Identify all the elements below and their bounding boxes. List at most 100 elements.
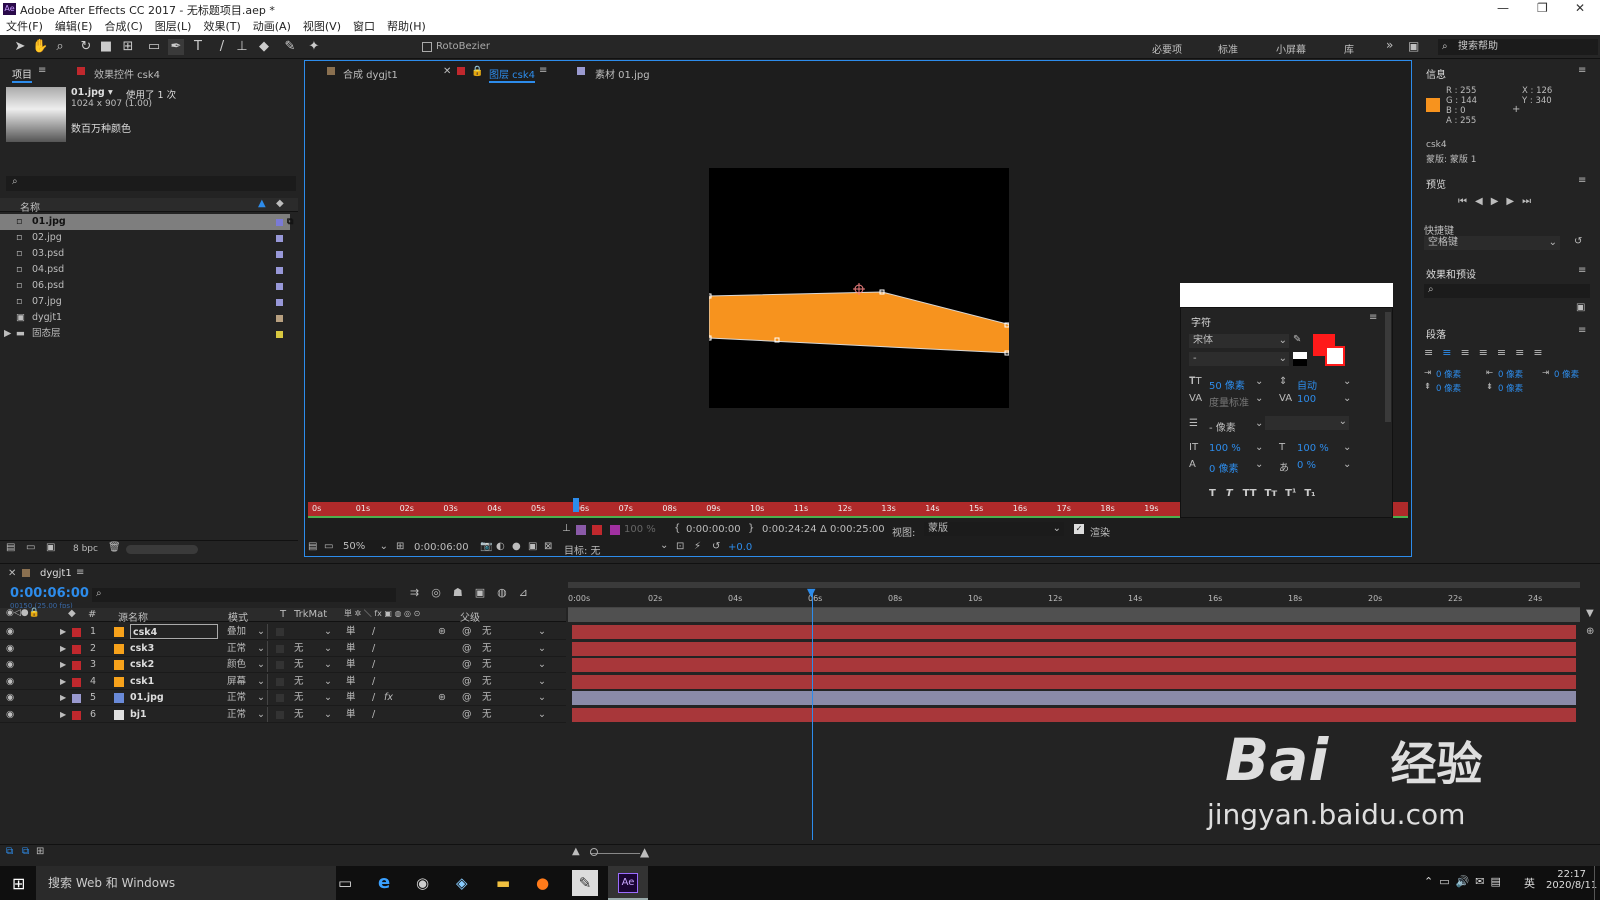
label-swatch[interactable] bbox=[276, 251, 283, 258]
layer-playhead[interactable] bbox=[573, 498, 579, 512]
after-effects-taskbar-button[interactable]: Ae bbox=[608, 866, 648, 900]
expand-arrow-icon[interactable]: ▶ bbox=[4, 326, 11, 342]
new-folder-icon[interactable]: ▭ bbox=[26, 542, 35, 553]
tray-icons[interactable]: ⌃▭🔊✉▤ bbox=[1424, 875, 1507, 888]
panel-menu-icon[interactable]: ≡ bbox=[1578, 265, 1586, 276]
layer-label-swatch[interactable] bbox=[72, 628, 81, 637]
preserve-transparency-checkbox[interactable] bbox=[276, 628, 284, 636]
channel-icon[interactable]: ● bbox=[512, 541, 521, 552]
expand-arrow-icon[interactable]: ▶ bbox=[60, 641, 66, 657]
layer-duration-bar[interactable] bbox=[572, 625, 1576, 639]
chevron-down-icon[interactable]: ⌄ bbox=[1343, 459, 1351, 470]
panel-menu-icon[interactable]: ≡ bbox=[38, 65, 46, 76]
project-item[interactable]: ▣ dygjt1 bbox=[0, 310, 290, 326]
chevron-down-icon[interactable]: ⌄ bbox=[1255, 418, 1263, 429]
tab-composition[interactable]: 合成 dygjt1 bbox=[343, 66, 398, 81]
timeline-tab[interactable]: dygjt1 bbox=[40, 568, 72, 579]
layer-label-swatch[interactable] bbox=[72, 677, 81, 687]
tab-layer[interactable]: 图层 csk4 bbox=[489, 66, 536, 83]
trkmat-dropdown[interactable]: 无 ⌄ bbox=[290, 674, 334, 689]
in-point-icon[interactable]: { bbox=[674, 523, 680, 534]
menu-effect[interactable]: 效果(T) bbox=[203, 20, 240, 33]
eyedropper-icon[interactable]: ✎ bbox=[1293, 334, 1301, 345]
motion-blur-icon[interactable]: ◍ bbox=[497, 586, 519, 599]
tab-project[interactable]: 项目 bbox=[12, 66, 32, 83]
panel-menu-icon[interactable]: ≡ bbox=[76, 567, 84, 578]
layer-row[interactable]: ◉ ▶ 1 csk4 叠加 ⌄ ⌄ 単 / ⊛ @ 无 ⌄ bbox=[0, 624, 566, 640]
layer-duration-bar[interactable] bbox=[572, 691, 1576, 706]
character-scrollbar[interactable] bbox=[1385, 312, 1391, 422]
timeline-ruler[interactable]: 0:00s 02s 04s 06s 08s 10s 12s 14s 16s 18s 20s 22s 24… bbox=[568, 592, 1580, 608]
snapshot-icon[interactable]: 📷 bbox=[480, 541, 492, 552]
preserve-transparency-checkbox[interactable] bbox=[276, 711, 284, 719]
black-white-swatch[interactable] bbox=[1293, 352, 1307, 366]
reset-exposure-icon[interactable]: ↺ bbox=[712, 541, 720, 552]
parent-dropdown[interactable]: 无 ⌄ bbox=[478, 690, 548, 705]
indent-right-value[interactable]: 0 像素 bbox=[1498, 368, 1523, 380]
chevron-down-icon[interactable]: ⌄ bbox=[1255, 393, 1263, 404]
draft-3d-icon[interactable]: ◎ bbox=[431, 586, 453, 599]
eraser-tool-icon[interactable]: ◆ bbox=[256, 39, 272, 55]
maximize-icon[interactable]: ❐ bbox=[1537, 1, 1548, 15]
font-family-dropdown[interactable]: 宋体 ⌄ bbox=[1189, 334, 1289, 348]
horizontal-scale-value[interactable]: 100 % bbox=[1297, 443, 1329, 454]
av-features-icon[interactable]: ◉◁●🔒 bbox=[6, 608, 40, 618]
camera-tool-icon[interactable]: ■ bbox=[98, 39, 114, 55]
chevron-down-icon[interactable]: ⌄ bbox=[1343, 376, 1351, 387]
label-swatch[interactable] bbox=[276, 235, 283, 242]
expand-arrow-icon[interactable]: ▶ bbox=[60, 707, 66, 723]
layer-name[interactable]: csk4 bbox=[130, 624, 218, 639]
last-frame-icon[interactable]: ⏭ bbox=[1522, 196, 1539, 207]
chevron-down-icon[interactable]: ⌄ bbox=[1255, 442, 1263, 453]
edge-icon[interactable]: e bbox=[378, 872, 390, 893]
shy-switch-icon[interactable]: 単 bbox=[346, 707, 356, 723]
expand-arrow-icon[interactable]: ▶ bbox=[60, 690, 66, 706]
show-snapshot-icon[interactable]: ◐ bbox=[496, 541, 505, 552]
panel-menu-icon[interactable]: ≡ bbox=[1578, 325, 1586, 336]
eye-icon[interactable]: ◉ bbox=[6, 674, 14, 690]
shy-switch-icon[interactable]: 単 bbox=[346, 657, 356, 673]
menu-file[interactable]: 文件(F) bbox=[6, 20, 43, 33]
preserve-transparency-checkbox[interactable] bbox=[276, 694, 284, 703]
layer-label-swatch[interactable] bbox=[72, 711, 81, 720]
out-point-icon[interactable]: } bbox=[748, 523, 754, 534]
eye-icon[interactable]: ◉ bbox=[6, 657, 14, 673]
layer-name[interactable]: 01.jpg bbox=[130, 690, 218, 705]
tab-footage[interactable]: 素材 01.jpg bbox=[595, 66, 650, 81]
layer-duration-bar[interactable] bbox=[572, 641, 1576, 656]
menu-animation[interactable]: 动画(A) bbox=[253, 20, 291, 33]
superscript-button[interactable]: T¹ bbox=[1285, 488, 1296, 499]
faux-bold-button[interactable]: T bbox=[1209, 488, 1216, 499]
workspace-menu-icon[interactable]: ▣ bbox=[1408, 39, 1419, 53]
roto-brush-tool-icon[interactable]: ✎ bbox=[282, 39, 298, 55]
faux-italic-button[interactable]: T bbox=[1226, 488, 1233, 499]
shy-icon[interactable]: ☗ bbox=[453, 586, 475, 599]
stroke-width-value[interactable]: - 像素 bbox=[1209, 419, 1236, 434]
comp-flowchart-icon[interactable]: ⊡ bbox=[676, 541, 684, 552]
type-tool-icon[interactable]: T bbox=[190, 39, 206, 55]
space-before-value[interactable]: 0 像素 bbox=[1436, 382, 1461, 394]
preserve-transparency-checkbox[interactable] bbox=[276, 644, 284, 653]
label-swatch[interactable] bbox=[276, 267, 283, 274]
indent-left-value[interactable]: 0 像素 bbox=[1436, 368, 1461, 380]
tracking-value[interactable]: 100 bbox=[1297, 394, 1316, 405]
monitor-icon[interactable]: ▭ bbox=[324, 541, 333, 552]
next-frame-icon[interactable]: ▶ bbox=[1506, 196, 1522, 207]
space-after-value[interactable]: 0 像素 bbox=[1498, 382, 1523, 394]
chevron-down-icon[interactable]: ⌄ bbox=[660, 540, 668, 551]
frame-blending-icon[interactable]: ▣ bbox=[475, 586, 497, 599]
rectangle-tool-icon[interactable]: ▭ bbox=[146, 39, 162, 55]
layer-duration-bar[interactable] bbox=[572, 658, 1576, 673]
preserve-transparency-checkbox[interactable] bbox=[276, 661, 284, 670]
pickwhip-icon[interactable]: @ bbox=[462, 624, 472, 640]
layer-row[interactable]: ◉ ▶ 6 bj1 正常 ⌄ 无 ⌄ 単 / @ 无 ⌄ bbox=[0, 707, 566, 723]
font-style-dropdown[interactable]: - ⌄ bbox=[1189, 352, 1289, 366]
parent-dropdown[interactable]: 无 ⌄ bbox=[478, 657, 548, 672]
pickwhip-icon[interactable]: @ bbox=[462, 674, 472, 690]
pickwhip-icon[interactable]: @ bbox=[462, 641, 472, 657]
label-column-icon[interactable]: ◆ bbox=[276, 198, 284, 209]
quality-switch-icon[interactable]: / bbox=[372, 707, 375, 723]
expand-arrow-icon[interactable]: ▶ bbox=[60, 674, 66, 690]
menu-composition[interactable]: 合成(C) bbox=[104, 20, 142, 33]
zoom-out-icon[interactable]: ▲ bbox=[572, 846, 580, 857]
